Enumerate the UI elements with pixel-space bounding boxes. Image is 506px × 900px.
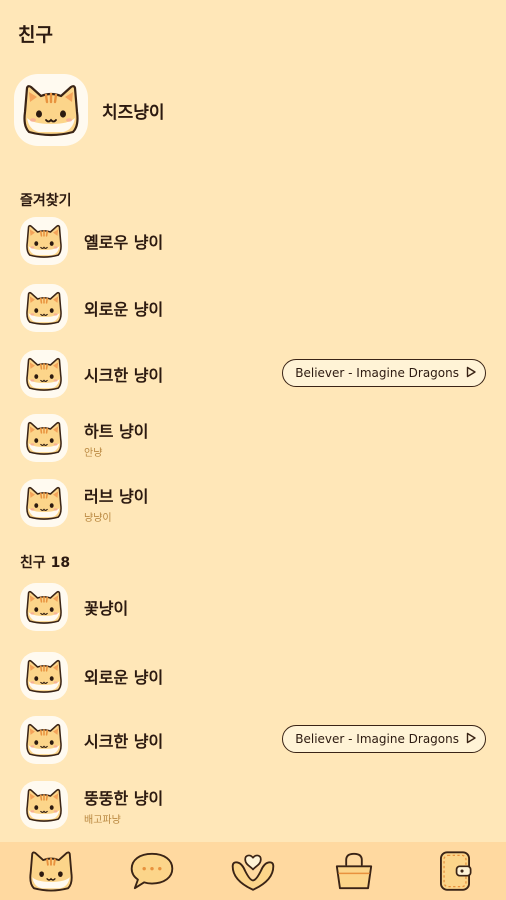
friend-name: 하트 냥이 — [84, 421, 149, 441]
avatar[interactable] — [20, 350, 68, 398]
wallet-icon — [440, 851, 472, 891]
friend-row[interactable]: 외로운 냥이 — [20, 649, 490, 703]
cat-face-icon — [23, 85, 79, 137]
bottom-nav — [0, 842, 506, 900]
my-name: 치즈냥이 — [102, 102, 165, 123]
friend-text: 외로운 냥이 — [84, 664, 163, 688]
avatar[interactable] — [20, 414, 68, 462]
friend-text: 러브 냥이냥냥이 — [84, 483, 148, 524]
avatar[interactable] — [20, 652, 68, 700]
favorites-label: 즐겨찾기 — [20, 193, 72, 209]
nav-view[interactable] — [225, 846, 281, 896]
avatar[interactable] — [20, 716, 68, 764]
friends-cat-icon — [28, 851, 73, 892]
nav-shop[interactable] — [326, 846, 382, 896]
friend-row[interactable]: 시크한 냥이 Believer - Imagine Dragons — [20, 713, 490, 767]
friend-name: 외로운 냥이 — [84, 668, 164, 687]
cat-face-icon — [26, 788, 62, 822]
cat-face-icon — [26, 357, 62, 391]
cat-face-icon — [26, 723, 62, 757]
nav-friends[interactable] — [23, 846, 79, 896]
cat-face-icon — [26, 659, 62, 693]
page-title: 친구 — [18, 24, 53, 46]
cat-face-icon — [26, 421, 62, 455]
friend-row[interactable]: 외로운 냥이 — [20, 281, 490, 335]
friend-name: 옐로우 냥이 — [84, 233, 164, 252]
status-message: 배고파냥 — [84, 814, 121, 826]
friend-text: 하트 냥이안냥 — [84, 418, 148, 459]
cat-face-icon — [26, 291, 62, 325]
avatar[interactable] — [20, 781, 68, 829]
friend-row[interactable]: 옐로우 냥이 — [20, 214, 490, 268]
friend-name: 시크한 냥이 — [84, 732, 164, 751]
friend-row[interactable]: 꽃냥이 — [20, 580, 490, 634]
friend-name: 뚱뚱한 냥이 — [84, 788, 164, 808]
friend-name: 외로운 냥이 — [84, 300, 164, 319]
music-badge[interactable]: Believer - Imagine Dragons — [282, 359, 486, 387]
nav-chat[interactable] — [124, 846, 180, 896]
friend-row[interactable]: 하트 냥이안냥 — [20, 411, 490, 465]
avatar[interactable] — [20, 284, 68, 332]
status-message: 냥냥이 — [84, 512, 112, 524]
chat-bubble-icon — [130, 852, 174, 890]
cat-face-icon — [26, 224, 62, 258]
friend-row[interactable]: 러브 냥이냥냥이 — [20, 476, 490, 530]
play-icon — [465, 732, 477, 747]
cat-face-icon — [26, 486, 62, 520]
friend-name: 꽃냥이 — [84, 599, 129, 618]
friend-row[interactable]: 시크한 냥이 Believer - Imagine Dragons — [20, 347, 490, 401]
cat-face-icon — [26, 590, 62, 624]
my-profile[interactable]: 치즈냥이 — [14, 74, 165, 146]
avatar[interactable] — [20, 583, 68, 631]
heart-view-icon — [231, 854, 275, 891]
music-badge[interactable]: Believer - Imagine Dragons — [282, 725, 486, 753]
friends-count-label: 친구 18 — [20, 555, 71, 571]
avatar[interactable] — [14, 74, 88, 146]
friend-name: 시크한 냥이 — [84, 366, 164, 385]
status-message: 안냥 — [84, 447, 103, 459]
music-title: Believer - Imagine Dragons — [295, 366, 459, 380]
friend-text: 옐로우 냥이 — [84, 229, 163, 253]
play-icon — [465, 366, 477, 381]
friend-name: 러브 냥이 — [84, 486, 149, 506]
avatar[interactable] — [20, 217, 68, 265]
friend-text: 시크한 냥이 — [84, 728, 163, 752]
friend-text: 뚱뚱한 냥이배고파냥 — [84, 785, 163, 826]
shopping-bag-icon — [336, 852, 373, 890]
friend-text: 외로운 냥이 — [84, 296, 163, 320]
music-title: Believer - Imagine Dragons — [295, 732, 459, 746]
avatar[interactable] — [20, 479, 68, 527]
friend-text: 시크한 냥이 — [84, 362, 163, 386]
nav-wallet[interactable] — [427, 846, 483, 896]
friend-text: 꽃냥이 — [84, 595, 128, 619]
friend-row[interactable]: 뚱뚱한 냥이배고파냥 — [20, 778, 490, 832]
